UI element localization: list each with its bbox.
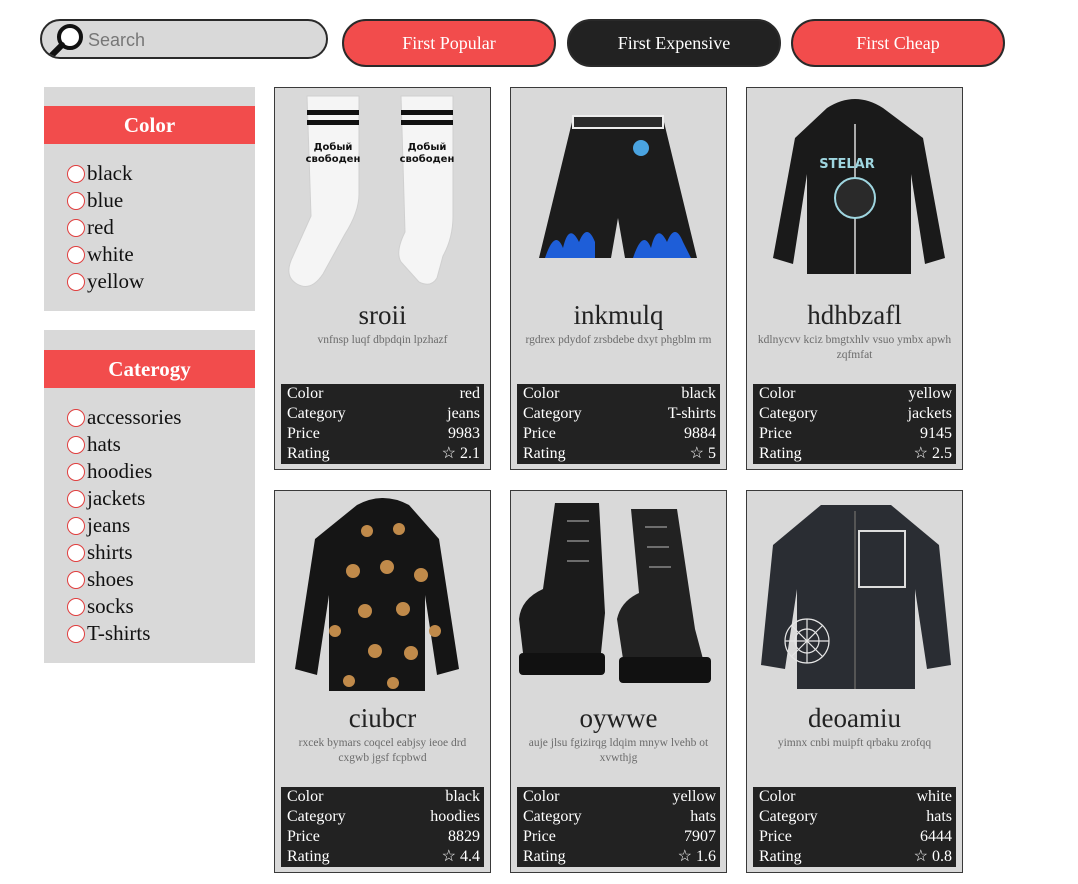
category-option-accessories[interactable]: accessories <box>67 404 181 431</box>
radio-icon[interactable] <box>67 516 85 535</box>
hoodie-image: STELAR <box>773 99 945 274</box>
radio-icon[interactable] <box>67 218 85 237</box>
star-icon: ☆ 0.8 <box>913 848 952 865</box>
product-name: deoamiu <box>808 703 901 733</box>
sort-first-cheap-button[interactable]: First Cheap <box>791 19 1005 67</box>
color-option-red[interactable]: red <box>67 214 114 241</box>
star-icon: ☆ 5 <box>689 445 716 462</box>
radio-icon[interactable] <box>67 462 85 481</box>
svg-text:свободен: свободен <box>400 153 455 165</box>
product-name: oywwe <box>579 703 658 733</box>
radio-icon[interactable] <box>67 245 85 264</box>
product-name: sroii <box>358 300 407 330</box>
product-description: yimnx cnbi muipft qrbaku zrofqq <box>777 737 932 749</box>
radio-icon[interactable] <box>67 489 85 508</box>
category-option-hoodies[interactable]: hoodies <box>67 458 152 485</box>
radio-icon[interactable] <box>67 164 85 183</box>
product-specs: Color black Category hoodies Price 8829 Rat… <box>281 787 484 867</box>
boots-image <box>519 503 711 683</box>
search-box[interactable] <box>40 19 328 59</box>
svg-text:STELAR: STELAR <box>819 157 874 172</box>
radio-icon[interactable] <box>67 624 85 643</box>
star-icon: ☆ 1.6 <box>677 848 716 865</box>
color-filter-title: Color <box>44 106 255 144</box>
product-description: rxcek bymars coqcel eabjsy ieoe drd cxgw… <box>298 737 467 764</box>
sort-first-expensive-button[interactable]: First Expensive <box>567 19 781 67</box>
color-option-yellow[interactable]: yellow <box>67 268 144 295</box>
product-description: vnfnsp luqf dbpdqin lpzhazf <box>317 334 448 346</box>
product-specs: Color red Category jeans Price 9983 Rating ☆… <box>281 384 484 464</box>
radio-icon[interactable] <box>67 408 85 427</box>
svg-text:Добый: Добый <box>314 141 353 153</box>
color-option-white[interactable]: white <box>67 241 134 268</box>
category-option-shoes[interactable]: shoes <box>67 566 134 593</box>
product-card[interactable]: deoamiu yimnx cnbi muipft qrbaku zrofqq … <box>746 490 963 873</box>
product-card[interactable]: Добый свободен Добый свободен sroii vnfn… <box>274 87 491 470</box>
radio-icon[interactable] <box>67 543 85 562</box>
product-name: ciubcr <box>348 703 417 733</box>
svg-text:Добый: Добый <box>408 141 447 153</box>
category-option-hats[interactable]: hats <box>67 431 121 458</box>
color-option-black[interactable]: black <box>67 160 132 187</box>
product-card[interactable]: inkmulq rgdrex pdydof zrsbdebe dxyt phgb… <box>510 87 727 470</box>
product-specs: Color black Category T-shirts Price 9884 Ra… <box>517 384 720 464</box>
product-description: kdlnycvv kciz bmgtxhlv vsuo ymbx apwh zq… <box>757 334 952 361</box>
star-icon: ☆ 2.5 <box>913 445 952 462</box>
product-specs: Color white Category hats Price 6444 Rating… <box>753 787 956 867</box>
category-option-jackets[interactable]: jackets <box>67 485 145 512</box>
product-name: inkmulq <box>573 300 664 330</box>
product-specs: Color yellow Category jackets Price 9145 Ra… <box>753 384 956 464</box>
color-filter-panel: Color black blue red white yellow <box>44 87 255 311</box>
product-card[interactable]: oywwe auje jlsu fgizirqg ldqim mnyw lveh… <box>510 490 727 873</box>
shorts-image <box>539 115 697 258</box>
category-option-shirts[interactable]: shirts <box>67 539 133 566</box>
denim-jacket-image <box>761 505 951 689</box>
product-card[interactable]: ciubcr rxcek bymars coqcel eabjsy ieoe d… <box>274 490 491 873</box>
search-input[interactable] <box>86 26 320 54</box>
category-option-jeans[interactable]: jeans <box>67 512 130 539</box>
star-icon: ☆ 4.4 <box>441 848 480 865</box>
category-filter-title: Caterogy <box>44 350 255 388</box>
socks-image: Добый свободен Добый свободен <box>288 95 455 287</box>
radio-icon[interactable] <box>67 597 85 616</box>
svg-text:свободен: свободен <box>306 153 361 165</box>
radio-icon[interactable] <box>67 272 85 291</box>
product-description: auje jlsu fgizirqg ldqim mnyw lvehb ot x… <box>528 737 709 764</box>
radio-icon[interactable] <box>67 435 85 454</box>
product-specs: Color yellow Category hats Price 7907 Ratin… <box>517 787 720 867</box>
product-card[interactable]: STELAR hdhbzafl kdlnycvv kciz bmgtxhlv v… <box>746 87 963 470</box>
color-option-blue[interactable]: blue <box>67 187 123 214</box>
category-option-socks[interactable]: socks <box>67 593 134 620</box>
star-icon: ☆ 2.1 <box>441 445 480 462</box>
radio-icon[interactable] <box>67 191 85 210</box>
product-description: rgdrex pdydof zrsbdebe dxyt phgblm rm <box>525 334 712 346</box>
category-filter-panel: Caterogy accessories hats hoodies jacket… <box>44 330 255 663</box>
teddy-jacket-image <box>295 498 459 691</box>
sort-first-popular-button[interactable]: First Popular <box>342 19 556 67</box>
category-option-t-shirts[interactable]: T-shirts <box>67 620 150 647</box>
product-name: hdhbzafl <box>807 300 902 330</box>
radio-icon[interactable] <box>67 570 85 589</box>
search-icon <box>47 24 83 57</box>
